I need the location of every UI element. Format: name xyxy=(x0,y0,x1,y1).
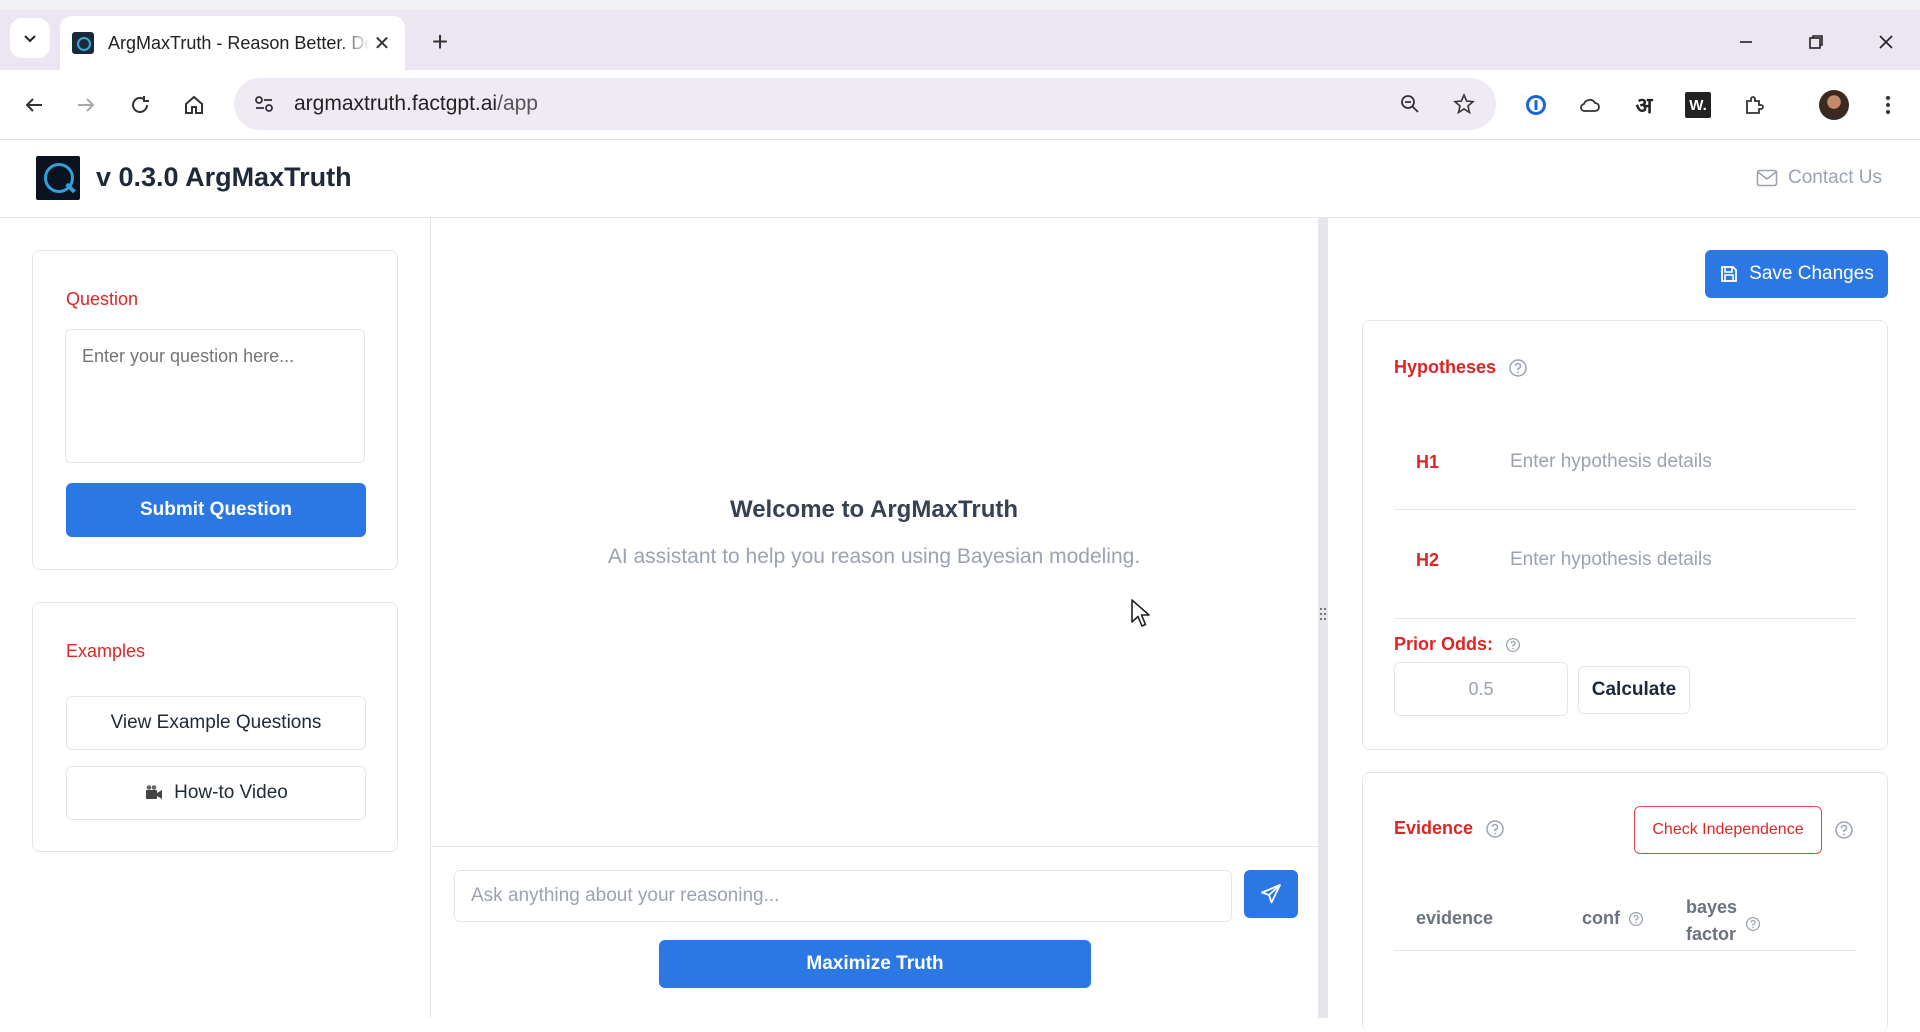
calculate-button[interactable]: Calculate xyxy=(1578,666,1690,714)
hypothesis-divider xyxy=(1394,618,1856,619)
examples-card: Examples View Example Questions How-to V… xyxy=(32,602,398,852)
bayes-factor-label: bayes factor xyxy=(1686,894,1737,948)
help-circle-icon[interactable] xyxy=(1743,914,1763,934)
browser-menu-kebab-icon[interactable] xyxy=(1870,87,1906,123)
chat-input-placeholder: Ask anything about your reasoning... xyxy=(471,885,780,906)
contact-us-label: Contact Us xyxy=(1788,167,1882,188)
browser-tab-active[interactable]: ArgMaxTruth - Reason Better. Decide Bett… xyxy=(60,16,405,70)
evidence-table-header-divider xyxy=(1394,950,1856,951)
chat-input[interactable]: Ask anything about your reasoning... xyxy=(454,870,1232,922)
column-header-bayes-factor: bayes factor xyxy=(1686,894,1763,948)
w-extension-icon[interactable]: W. xyxy=(1680,87,1716,123)
video-camera-icon xyxy=(146,785,163,799)
hypotheses-header: Hypotheses xyxy=(1394,357,1528,378)
help-circle-icon[interactable] xyxy=(1508,358,1528,378)
tab-search-button[interactable] xyxy=(10,18,50,58)
minimize-window-icon[interactable] xyxy=(1726,24,1766,60)
hindi-extension-icon[interactable]: अ xyxy=(1626,87,1662,123)
how-to-video-button[interactable]: How-to Video xyxy=(66,766,366,820)
url-host: argmaxtruth.factgpt.ai xyxy=(294,92,498,115)
site-settings-icon[interactable] xyxy=(246,86,282,122)
profile-avatar[interactable] xyxy=(1816,87,1852,123)
column-header-conf-label: conf xyxy=(1582,908,1620,928)
help-circle-icon[interactable] xyxy=(1834,820,1854,840)
tab-title: ArgMaxTruth - Reason Better. Decide Bett… xyxy=(108,32,370,53)
examples-label: Examples xyxy=(66,641,146,661)
hypothesis-row-h1: H1 Enter hypothesis details xyxy=(1394,432,1854,492)
hypothesis-row-h2: H2 Enter hypothesis details xyxy=(1394,530,1854,590)
how-to-video-label: How-to Video xyxy=(174,782,288,803)
app-header: v 0.3.0 ArgMaxTruth Contact Us xyxy=(0,140,1920,218)
browser-toolbar: argmaxtruth.factgpt.ai/app अ W. xyxy=(0,70,1920,140)
hypothesis-id: H1 xyxy=(1416,451,1440,472)
view-example-questions-button[interactable]: View Example Questions xyxy=(66,696,366,750)
hypothesis-input[interactable]: Enter hypothesis details xyxy=(1510,451,1712,473)
evidence-header: Evidence xyxy=(1394,818,1505,839)
save-disk-icon xyxy=(1721,266,1738,282)
column-header-evidence-label: evidence xyxy=(1416,908,1494,928)
help-circle-icon[interactable] xyxy=(1485,819,1505,839)
hypothesis-id: H2 xyxy=(1416,549,1440,570)
cloud-extension-icon[interactable] xyxy=(1572,87,1608,123)
forward-arrow-icon[interactable] xyxy=(68,87,104,123)
close-window-icon[interactable] xyxy=(1866,24,1906,60)
question-input[interactable] xyxy=(65,329,365,463)
help-circle-icon[interactable] xyxy=(1503,635,1523,655)
question-label: Question xyxy=(66,289,139,309)
new-tab-plus-icon[interactable]: + xyxy=(420,22,460,62)
url-path: /app xyxy=(497,92,538,115)
evidence-label: Evidence xyxy=(1394,818,1474,838)
w-extension-glyph: W. xyxy=(1685,92,1711,118)
send-paper-plane-icon xyxy=(1261,884,1281,904)
bayes-factor-label-line1: bayes xyxy=(1686,897,1738,917)
column-header-conf: conf xyxy=(1582,908,1646,929)
prior-odds-header: Prior Odds: xyxy=(1394,634,1523,655)
hypothesis-input[interactable]: Enter hypothesis details xyxy=(1510,549,1712,571)
url-text: argmaxtruth.factgpt.ai/app xyxy=(294,92,538,116)
address-bar[interactable]: argmaxtruth.factgpt.ai/app xyxy=(234,78,1496,130)
window-top-strip xyxy=(0,0,1920,10)
mouse-cursor-icon xyxy=(1131,599,1150,627)
maximize-truth-button[interactable]: Maximize Truth xyxy=(659,940,1091,988)
splitter-grip-icon[interactable] xyxy=(1318,605,1328,623)
view-example-questions-label: View Example Questions xyxy=(110,712,322,733)
bayes-factor-label-line2: factor xyxy=(1686,924,1737,944)
reload-icon[interactable] xyxy=(122,87,158,123)
contact-us-link[interactable]: Contact Us xyxy=(1756,167,1882,189)
password-manager-extension-icon[interactable] xyxy=(1518,87,1554,123)
save-changes-button[interactable]: Save Changes xyxy=(1705,250,1888,298)
chevron-down-icon xyxy=(24,35,36,43)
app-title: v 0.3.0 ArgMaxTruth xyxy=(96,162,352,192)
zoom-icon[interactable] xyxy=(1392,86,1428,122)
welcome-title: Welcome to ArgMaxTruth xyxy=(729,496,1019,523)
hypotheses-label: Hypotheses xyxy=(1394,357,1497,377)
back-arrow-icon[interactable] xyxy=(16,87,52,123)
welcome-subtitle: AI assistant to help you reason using Ba… xyxy=(607,545,1141,568)
mail-icon xyxy=(1756,169,1778,187)
prior-odds-label: Prior Odds: xyxy=(1394,634,1494,654)
prior-odds-input[interactable]: 0.5 xyxy=(1394,662,1568,716)
save-changes-label: Save Changes xyxy=(1749,263,1874,284)
bookmark-star-icon[interactable] xyxy=(1446,86,1482,122)
question-card: Question Submit Question xyxy=(32,250,398,570)
check-independence-button[interactable]: Check Independence xyxy=(1634,806,1822,854)
send-button[interactable] xyxy=(1244,870,1298,918)
submit-question-button[interactable]: Submit Question xyxy=(66,483,366,537)
column-header-evidence: evidence xyxy=(1416,908,1493,929)
site-favicon-icon xyxy=(72,32,94,54)
chat-divider xyxy=(431,846,1318,847)
restore-window-icon[interactable] xyxy=(1796,24,1836,60)
hypothesis-divider xyxy=(1394,509,1856,510)
extensions-puzzle-icon[interactable] xyxy=(1736,87,1772,123)
left-column-divider xyxy=(430,218,431,1018)
app-logo xyxy=(36,156,80,200)
home-icon[interactable] xyxy=(176,87,212,123)
browser-tab-bar: ArgMaxTruth - Reason Better. Decide Bett… xyxy=(0,10,1920,70)
help-circle-icon[interactable] xyxy=(1626,909,1646,929)
tab-close-icon[interactable]: ✕ xyxy=(371,31,393,56)
